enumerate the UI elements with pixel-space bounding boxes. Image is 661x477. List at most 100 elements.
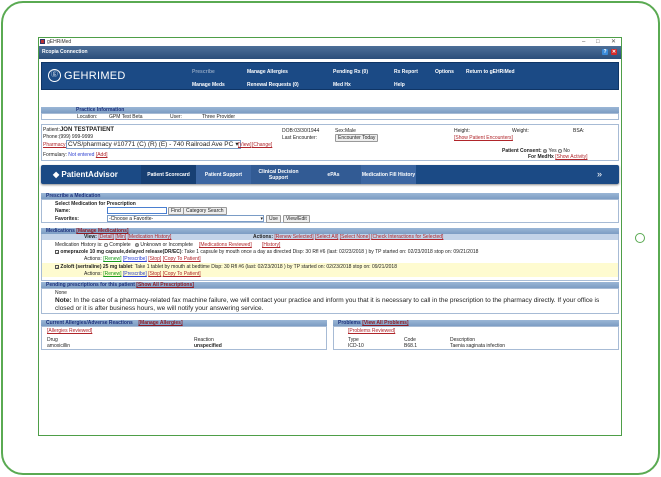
nav-manage-meds[interactable]: Manage Meds [192, 82, 225, 88]
problem-code: B68.1 [404, 343, 418, 349]
pharmacy-select[interactable]: CVS/pharmacy #10771 (C) (R) (E) - 740 Ra… [66, 140, 241, 149]
nav-med-hx[interactable]: Med Hx [333, 82, 351, 88]
show-encounters-link[interactable]: [Show Patient Encounters] [454, 135, 513, 141]
pending-section: Pending prescriptions for this patient [… [41, 282, 619, 314]
stop-link[interactable]: [Stop] [148, 271, 161, 277]
nav-options[interactable]: Options [435, 69, 454, 75]
category-search-button[interactable]: Category Search [183, 207, 227, 215]
app-header: ⓖ GEHRIMED Prescribe Manage Allergies Pen… [41, 62, 619, 90]
pending-none: None [55, 290, 67, 296]
tab-medication-fill-history[interactable]: Medication Fill History [361, 165, 416, 184]
pharmacy-change-link[interactable]: [Change] [252, 142, 272, 148]
dob-label: DOB: [282, 128, 295, 134]
item-actions-label: Actions: [84, 271, 102, 277]
medication-name: omeprazole 10 mg capsule,delayed release… [60, 249, 182, 255]
use-button[interactable]: Use [266, 215, 281, 223]
user-value: Three Provider [202, 114, 236, 120]
dropdown-arrow-icon: ▾ [260, 216, 263, 222]
nav-manage-allergies[interactable]: Manage Allergies [247, 69, 288, 75]
help-icon[interactable]: ? [602, 49, 608, 55]
minimize-button[interactable]: – [582, 38, 585, 46]
allergies-reviewed-link[interactable]: [Allergies Reviewed] [47, 328, 92, 334]
gehrimed-logo: ⓖ GEHRIMED [48, 69, 126, 82]
window-title: gEHRiMed [47, 39, 72, 45]
favorites-label: Favorites: [55, 216, 79, 222]
allergies-section: Current Allergies/Adverse Reactions [Man… [41, 320, 327, 350]
formulary-add-link[interactable]: [Add] [96, 152, 108, 158]
patient-name: JON TESTPATIENT [59, 127, 115, 133]
last-encounter-label: Last Encounter: [282, 135, 318, 141]
for-medhx-label: For MedHx [528, 154, 554, 160]
problems-reviewed-link[interactable]: [Problems Reviewed] [348, 328, 395, 334]
location-value: GPM Test Beta [109, 114, 143, 120]
renew-link[interactable]: [Renew] [103, 271, 121, 277]
location-label: Location: [77, 114, 98, 120]
phone-label: Phone: [43, 134, 59, 140]
show-activity-link[interactable]: [Show Activity] [555, 154, 587, 160]
expand-icon[interactable]: » [597, 169, 602, 179]
pharmacy-view-link[interactable]: [View] [238, 142, 252, 148]
dob-value: 03/30/1944 [294, 128, 320, 134]
patient-info: Patient:JON TESTPATIENT Phone:(999) 999-… [41, 124, 619, 161]
tab-patient-scorecard[interactable]: Patient Scorecard [141, 165, 196, 184]
app-window: gEHRiMed – □ ✕ Rcopia Connection ? ✕ ⓖ GE… [38, 37, 622, 436]
window-titlebar: gEHRiMed – □ ✕ [39, 38, 621, 46]
medication-checkbox[interactable]: ✓ [55, 249, 59, 254]
home-button[interactable] [635, 233, 645, 243]
pharmacy-value: CVS/pharmacy #10771 (C) (R) (E) - 740 Ra… [68, 141, 234, 148]
allergy-reaction: unspecified [194, 343, 222, 349]
tab-epas[interactable]: ePAs [306, 165, 361, 184]
logo-icon: ⓖ [48, 69, 61, 82]
prescribe-section: Prescribe a Medication Select Medication… [41, 193, 619, 223]
close-icon[interactable]: ✕ [611, 49, 617, 55]
consent-no-radio[interactable] [558, 148, 562, 153]
patient-advisor-bar: ◆ PatientAdvisor Patient Scorecard Patie… [41, 165, 619, 184]
formulary-label: Formulary: [43, 152, 67, 158]
nav-renewal-requests[interactable]: Renewal Requests (0) [247, 82, 299, 88]
name-label: Name: [55, 208, 71, 214]
view-edit-button[interactable]: View/Edit [283, 215, 310, 223]
prescribe-link[interactable]: [Prescribe] [123, 271, 147, 277]
pharmacy-link[interactable]: Pharmacy: [43, 142, 67, 148]
encounter-today-button[interactable]: Encounter Today [335, 134, 379, 142]
medication-sig: : Take 1 tablet by mouth at bedtime Disp… [132, 264, 397, 270]
favorites-select[interactable]: -Choose a Favorite- ▾ [107, 215, 264, 222]
medication-checkbox[interactable]: ✓ [55, 264, 59, 269]
medication-item: ✓ omeprazole 10 mg capsule,delayed relea… [42, 248, 618, 263]
prescribe-link[interactable]: [Prescribe] [123, 256, 147, 262]
problem-type: ICD-10 [348, 343, 364, 349]
copy-to-patient-link[interactable]: [Copy To Patient] [163, 271, 201, 277]
renew-link[interactable]: [Renew] [103, 256, 121, 262]
history-unknown-radio[interactable] [135, 242, 139, 247]
problem-description: Taenia saginata infection [450, 343, 506, 349]
history-complete-radio[interactable] [103, 242, 108, 247]
nav-prescribe[interactable]: Prescribe [192, 69, 215, 75]
nav-return[interactable]: Return to gEHRiMed [466, 69, 515, 75]
nav-pending-rx[interactable]: Pending Rx (0) [333, 69, 368, 75]
find-button[interactable]: Find [168, 207, 184, 215]
consent-yes-radio[interactable] [543, 148, 548, 153]
tab-patient-support[interactable]: Patient Support [196, 165, 251, 184]
maximize-button[interactable]: □ [596, 38, 600, 46]
medication-name: Zoloft (sertraline) 25 mg tablet [60, 264, 133, 270]
app-icon [40, 39, 45, 44]
medication-name-input[interactable] [107, 207, 167, 214]
user-label: User: [170, 114, 182, 120]
note-label: Note: [55, 297, 72, 304]
medication-sig: : Take 1 capsule by mouth once a day as … [181, 249, 479, 255]
height-label: Height: [454, 128, 470, 134]
patient-advisor-logo-text: PatientAdvisor [61, 170, 118, 179]
practice-info: Practice Information Location: GPM Test … [41, 107, 619, 120]
close-button[interactable]: ✕ [611, 38, 616, 46]
tab-clinical-decision-support[interactable]: Clinical Decision Support [251, 165, 306, 184]
nav-help[interactable]: Help [394, 82, 405, 88]
formulary-value: Not entered [68, 152, 95, 158]
patient-advisor-logo: ◆ PatientAdvisor [53, 170, 118, 179]
copy-to-patient-link[interactable]: [Copy To Patient] [163, 256, 201, 262]
nav-rx-report[interactable]: Rx Report [394, 69, 418, 75]
weight-label: Weight: [512, 128, 529, 134]
stop-link[interactable]: [Stop] [148, 256, 161, 262]
allergy-drug: amoxicillin [47, 343, 71, 349]
favorites-value: -Choose a Favorite- [109, 216, 154, 222]
rcopia-title: Rcopia Connection [42, 49, 88, 55]
